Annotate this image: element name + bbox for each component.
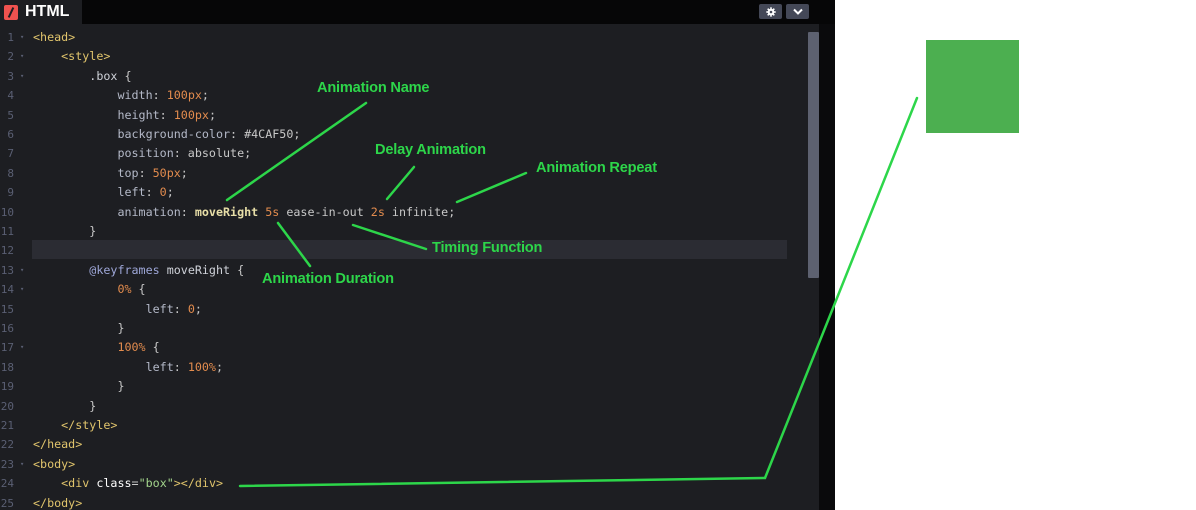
label-animation-duration: Animation Duration — [262, 271, 394, 287]
label-animation-repeat: Animation Repeat — [536, 160, 657, 176]
arrow-delay-animation — [385, 165, 416, 201]
label-animation-name: Animation Name — [317, 80, 430, 96]
label-delay-animation: Delay Animation — [375, 142, 486, 158]
arrow-animation-name — [225, 101, 368, 202]
annotation-layer — [225, 96, 919, 488]
arrow-div-to-box — [238, 96, 919, 488]
arrow-animation-duration — [276, 221, 312, 268]
arrow-animation-repeat — [455, 171, 528, 204]
arrow-timing-function — [351, 223, 428, 251]
label-timing-function: Timing Function — [432, 240, 543, 256]
